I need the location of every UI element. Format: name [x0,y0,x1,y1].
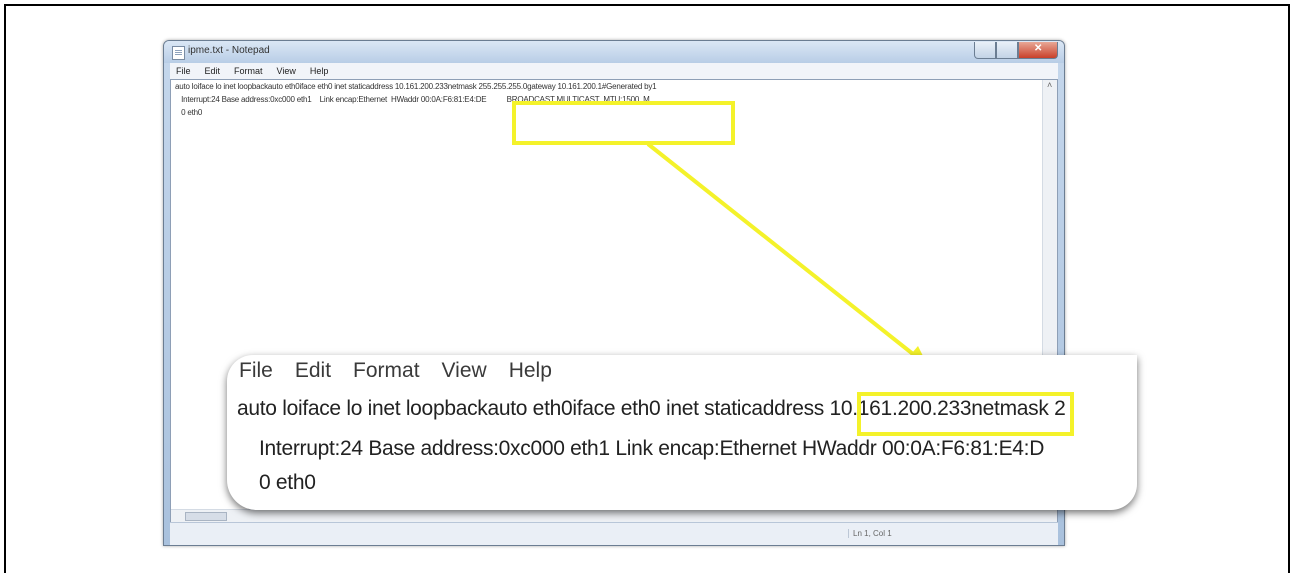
zoom-menu-edit: Edit [294,359,332,382]
zoom-menu-help: Help [508,359,552,382]
zoom-menu-view: View [441,359,487,382]
zoom-menu-file: File [239,359,273,382]
zoom-menu-format: Format [353,359,420,382]
highlight-box-large [857,392,1074,436]
zoom-menu-bar: File Edit Format View Help [239,359,552,383]
zoom-line: 0 eth0 [259,471,316,494]
zoom-line: Interrupt:24 Base address:0xc000 eth1 Li… [259,437,1045,460]
